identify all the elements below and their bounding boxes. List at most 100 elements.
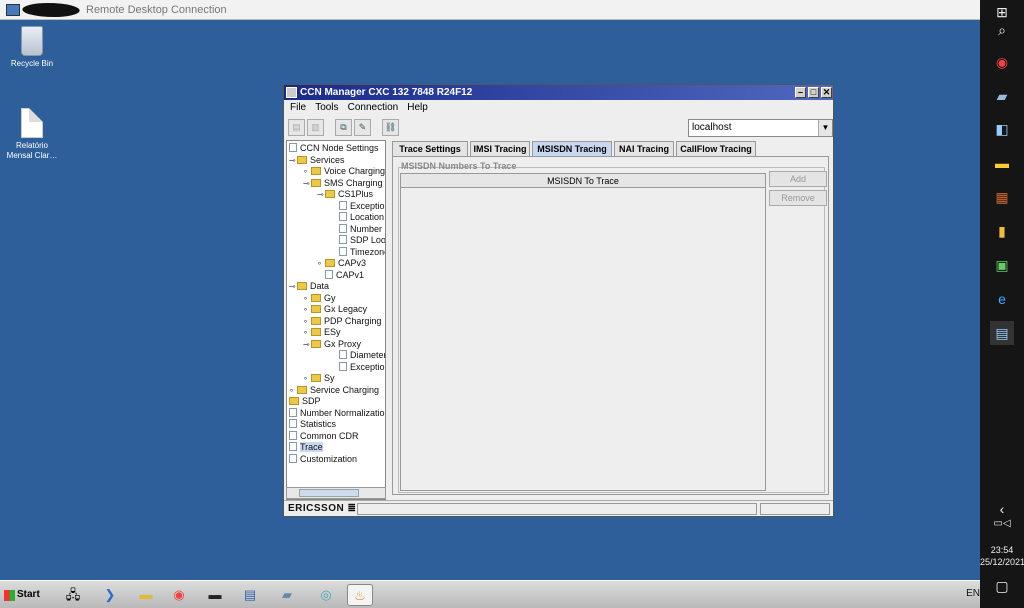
cmd-icon[interactable]: ▬ — [202, 584, 228, 606]
expand-toggle-icon[interactable]: ∘ — [317, 258, 325, 269]
folder-icon[interactable]: ▬ — [990, 151, 1014, 175]
expand-toggle-icon[interactable]: ∘ — [289, 385, 297, 396]
tree-item[interactable]: ⊸ Gx Proxy — [303, 339, 361, 350]
tree-item-label: PDP Charging — [324, 315, 382, 326]
tab-trace-settings[interactable]: Trace Settings — [392, 141, 468, 156]
expand-toggle-icon[interactable]: ⊸ — [289, 281, 297, 292]
start-button[interactable]: Start — [3, 585, 43, 605]
statusbar: ERICSSON ≣ — [284, 500, 833, 516]
tree-item[interactable]: SDP — [289, 396, 321, 407]
notification-icon[interactable]: ▢ — [990, 574, 1014, 598]
tree-item[interactable]: Customization — [289, 453, 357, 465]
maximize-button[interactable]: □ — [808, 87, 819, 98]
expand-toggle-icon[interactable]: ∘ — [303, 373, 311, 384]
tree-horizontal-scrollbar[interactable] — [286, 487, 386, 499]
server-manager-icon[interactable]: 🖧 — [60, 584, 86, 606]
chevron-down-icon[interactable]: ▼ — [818, 120, 832, 136]
tree-item[interactable]: Statistics — [289, 419, 336, 430]
expand-toggle-icon[interactable]: ∘ — [303, 304, 311, 315]
expand-toggle-icon[interactable]: ⊸ — [303, 339, 311, 350]
tab-callflow-tracing[interactable]: CallFlow Tracing — [676, 141, 756, 156]
menu-connection[interactable]: Connection — [348, 102, 399, 113]
tree-item[interactable]: Common CDR — [289, 430, 359, 442]
recycle-bin-icon — [21, 26, 43, 56]
remote-desktop-task-icon[interactable]: ▤ — [990, 321, 1014, 345]
expand-toggle-icon[interactable]: ∘ — [303, 166, 311, 177]
menu-file[interactable]: File — [290, 102, 306, 113]
powershell-icon[interactable]: ❯ — [97, 584, 123, 606]
expand-toggle-icon[interactable]: ∘ — [303, 316, 311, 327]
expand-toggle-icon[interactable]: ⊸ — [303, 178, 311, 189]
tree-item[interactable]: ⊸ Data — [289, 281, 329, 292]
tab-nai-tracing[interactable]: NAI Tracing — [614, 141, 674, 156]
save-icon[interactable]: ▥ — [307, 119, 324, 136]
network-taskbar-icon[interactable]: ▤ — [237, 584, 263, 606]
tree-item[interactable]: Number Normalization — [289, 407, 385, 419]
tree-item[interactable]: CAPv1 — [317, 269, 364, 281]
tree-item[interactable]: ⊸ CS1Plus — [317, 189, 373, 200]
tree-item[interactable]: ∘ PDP Charging — [303, 316, 381, 327]
search-icon[interactable]: ⌕ — [990, 18, 1014, 42]
tab-imsi-tracing[interactable]: IMSI Tracing — [470, 141, 530, 156]
expand-toggle-icon[interactable]: ∘ — [303, 327, 311, 338]
internet-explorer-icon[interactable]: e — [990, 287, 1014, 311]
winrar-icon[interactable]: ▦ — [990, 185, 1014, 209]
host-select[interactable]: localhost ▼ — [688, 119, 833, 137]
expand-toggle-icon[interactable]: ⊸ — [317, 189, 325, 200]
network-volume-icon[interactable]: ▭◁ — [990, 512, 1014, 536]
tab-msisdn-tracing[interactable]: MSISDN Tracing — [532, 141, 612, 156]
navigation-tree[interactable]: CCN Node Settings ⊸ Services ∘ Voice Chargin… — [286, 140, 386, 500]
close-button[interactable]: ✕ — [821, 87, 832, 98]
tree-item[interactable]: Exception — [331, 361, 385, 373]
console-icon[interactable]: ▣ — [990, 253, 1014, 277]
document-icon — [339, 350, 347, 359]
tree-item[interactable]: ∘ Voice Charging — [303, 166, 385, 177]
tree-item[interactable]: Exception — [331, 200, 385, 212]
tree-item[interactable]: SDP Look — [331, 235, 385, 246]
tree-item[interactable]: ∘ Service Charging — [289, 385, 379, 396]
tree-item-label: ESy — [324, 327, 341, 337]
network-icon[interactable]: ◧ — [990, 117, 1014, 141]
edit-icon[interactable]: ✎ — [354, 119, 371, 136]
expand-toggle-icon[interactable]: ∘ — [303, 293, 311, 304]
tree-item[interactable]: ⊸ SMS Charging — [303, 178, 383, 189]
copy-icon[interactable]: ⧉ — [335, 119, 352, 136]
app-taskbar-icon[interactable]: ▰ — [274, 584, 300, 606]
scrollbar-thumb[interactable] — [299, 489, 359, 497]
tree-item[interactable]: ∘ CAPv3 — [317, 258, 366, 269]
tree-item[interactable]: Number P — [331, 223, 385, 235]
tree-item[interactable]: ∘ Sy — [303, 373, 335, 384]
chrome-taskbar-icon[interactable]: ◉ — [166, 584, 192, 606]
ccn-manager-window: CCN Manager CXC 132 7848 R24F12 – □ ✕ Fi… — [283, 84, 834, 517]
remove-button[interactable]: Remove — [769, 190, 827, 206]
tree-item[interactable]: ∘ Gy — [303, 293, 336, 304]
expand-toggle-icon[interactable]: ⊸ — [289, 155, 297, 166]
tree-item[interactable]: Trace — [289, 442, 323, 453]
tree-item[interactable]: CCN Node Settings — [289, 143, 379, 154]
minimize-button[interactable]: – — [795, 87, 806, 98]
language-indicator[interactable]: EN — [966, 588, 980, 599]
connect-icon[interactable]: ⛓ — [382, 119, 399, 136]
tree-item[interactable]: Location In — [331, 212, 385, 223]
java-app-taskbar-icon[interactable]: ♨ — [347, 584, 373, 606]
msisdn-table[interactable]: MSISDN To Trace — [400, 173, 766, 491]
file-manager-icon[interactable]: ▮ — [990, 219, 1014, 243]
tree-item[interactable]: Timezone — [331, 246, 385, 258]
explorer-icon[interactable]: ▬ — [133, 584, 159, 606]
network-tool-icon[interactable]: ◎ — [313, 584, 339, 606]
tree-item[interactable]: Diameter I — [331, 350, 385, 361]
window-titlebar[interactable]: CCN Manager CXC 132 7848 R24F12 – □ ✕ — [284, 85, 833, 100]
status-field-secondary — [760, 503, 830, 515]
menu-help[interactable]: Help — [407, 102, 428, 113]
add-button[interactable]: Add — [769, 171, 827, 187]
menu-tools[interactable]: Tools — [315, 102, 338, 113]
tree-item[interactable]: ∘ Gx Legacy — [303, 304, 367, 315]
tree-item[interactable]: ⊸ Services — [289, 155, 345, 166]
report-document-shortcut[interactable]: Relatório Mensal Clar… — [2, 108, 62, 161]
recycle-bin-shortcut[interactable]: Recycle Bin — [2, 26, 62, 69]
open-icon[interactable]: ▤ — [288, 119, 305, 136]
chrome-icon[interactable]: ◉ — [990, 50, 1014, 74]
app-icon[interactable]: ▰ — [990, 84, 1014, 108]
tree-item[interactable]: ∘ ESy — [303, 327, 341, 338]
table-header[interactable]: MSISDN To Trace — [401, 174, 765, 188]
